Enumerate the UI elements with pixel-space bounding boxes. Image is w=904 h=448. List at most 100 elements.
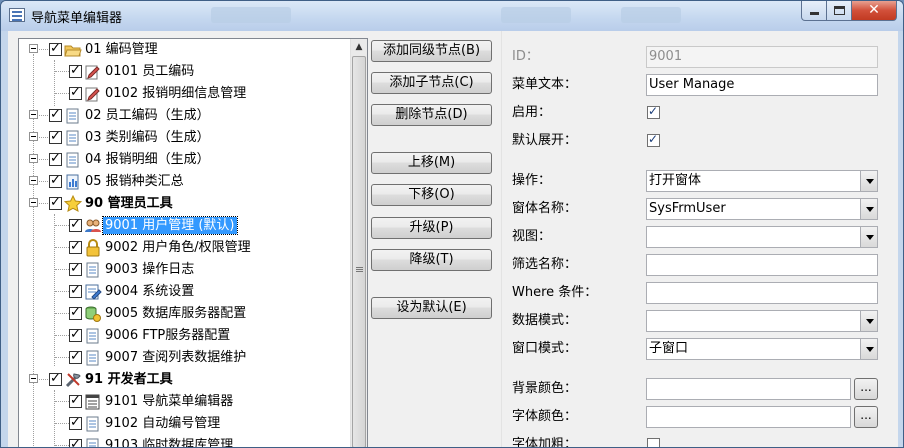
node-checkbox[interactable]: [69, 327, 82, 342]
id-label: ID：: [512, 49, 539, 64]
menu-text-input[interactable]: User Manage: [646, 74, 878, 96]
where-label: Where 条件：: [512, 285, 598, 300]
font-bold-checkbox[interactable]: [647, 438, 660, 447]
add-sibling-button[interactable]: 添加同级节点(B): [371, 40, 492, 62]
tree-line: [55, 225, 69, 226]
enabled-checkbox[interactable]: [647, 104, 660, 119]
tree-node[interactable]: 9005 数据库服务器配置: [19, 303, 349, 325]
tree-node[interactable]: 9101 导航菜单编辑器: [19, 391, 349, 413]
expand-label: 默认展开：: [512, 133, 578, 148]
minimize-button[interactable]: [801, 1, 827, 21]
bg-color-picker-button[interactable]: ...: [854, 378, 878, 400]
window-mode-select[interactable]: 子窗口: [646, 338, 878, 360]
collapse-toggle-icon[interactable]: [29, 110, 38, 119]
tree-node[interactable]: 9103 临时数据库管理: [19, 435, 349, 447]
move-down-button[interactable]: 下移(O): [371, 184, 492, 206]
node-checkbox[interactable]: [69, 437, 82, 447]
data-mode-select[interactable]: [646, 310, 878, 332]
node-checkbox[interactable]: [69, 261, 82, 276]
tree-node[interactable]: 9007 查阅列表数据维护: [19, 347, 349, 369]
tree-node[interactable]: 9004 系统设置: [19, 281, 349, 303]
collapse-toggle-icon[interactable]: [29, 198, 38, 207]
close-button[interactable]: ✕: [851, 1, 897, 21]
node-checkbox[interactable]: [69, 239, 82, 254]
tree-node[interactable]: 0101 员工编码: [19, 61, 349, 83]
tree-node-label: 9005 数据库服务器配置: [105, 306, 247, 321]
window-title: 导航菜单编辑器: [31, 11, 123, 26]
tree-scrollbar[interactable]: ▲: [350, 39, 367, 447]
tree-node-label: 91 开发者工具: [85, 372, 173, 387]
collapse-toggle-icon[interactable]: [29, 374, 38, 383]
form-edit-icon: [84, 63, 102, 81]
tree-node[interactable]: 9001 用户管理 (默认): [19, 215, 349, 237]
tree-node-label: 9001 用户管理 (默认): [102, 216, 238, 235]
font-color-picker-button[interactable]: ...: [854, 406, 878, 428]
app-icon: [9, 8, 25, 22]
tree-node-label: 9004 系统设置: [105, 284, 195, 299]
node-checkbox[interactable]: [69, 349, 82, 364]
tree-node[interactable]: 9002 用户角色/权限管理: [19, 237, 349, 259]
filter-name-label: 筛选名称：: [512, 257, 578, 272]
tree-node[interactable]: 02 员工编码（生成）: [19, 105, 349, 127]
tree-node[interactable]: 05 报销种类汇总: [19, 171, 349, 193]
tree-node[interactable]: 9006 FTP服务器配置: [19, 325, 349, 347]
where-input[interactable]: [646, 282, 878, 304]
font-bold-label: 字体加粗：: [512, 437, 578, 448]
collapse-toggle-icon[interactable]: [29, 176, 38, 185]
node-checkbox[interactable]: [69, 283, 82, 298]
tree-node[interactable]: 0102 报销明细信息管理: [19, 83, 349, 105]
delete-node-button[interactable]: 删除节点(D): [371, 104, 492, 126]
filter-name-input[interactable]: [646, 254, 878, 276]
node-checkbox[interactable]: [49, 371, 62, 386]
tree-node[interactable]: 9102 自动编号管理: [19, 413, 349, 435]
tree-node[interactable]: 04 报销明细（生成）: [19, 149, 349, 171]
title-bar[interactable]: 导航菜单编辑器 ✕: [1, 1, 903, 31]
dropdown-arrow-icon[interactable]: [860, 171, 877, 191]
node-checkbox[interactable]: [69, 415, 82, 430]
tree-node-label: 04 报销明细（生成）: [85, 152, 210, 167]
collapse-toggle-icon[interactable]: [29, 44, 38, 53]
set-default-button[interactable]: 设为默认(E): [371, 297, 492, 319]
tree-node[interactable]: 9003 操作日志: [19, 259, 349, 281]
node-checkbox[interactable]: [69, 85, 82, 100]
menu-tree[interactable]: 01 编码管理 0101 员工编码 0102 报销明细信息管理 02 员工编码（生成）…: [18, 38, 368, 447]
dropdown-arrow-icon[interactable]: [860, 227, 877, 247]
add-child-button[interactable]: 添加子节点(C): [371, 72, 492, 94]
node-checkbox[interactable]: [49, 129, 62, 144]
maximize-button[interactable]: [826, 1, 852, 21]
node-checkbox[interactable]: [49, 41, 62, 56]
tree-line: [55, 313, 69, 314]
maximize-icon: [834, 6, 845, 15]
view-label: 视图：: [512, 229, 552, 244]
node-checkbox[interactable]: [69, 305, 82, 320]
demote-button[interactable]: 降级(T): [371, 249, 492, 271]
tree-node[interactable]: 90 管理员工具: [19, 193, 349, 215]
dropdown-arrow-icon[interactable]: [860, 311, 877, 331]
expand-checkbox[interactable]: [647, 132, 660, 147]
action-select[interactable]: 打开窗体: [646, 170, 878, 192]
report-icon: [64, 173, 82, 191]
collapse-toggle-icon[interactable]: [29, 154, 38, 163]
dropdown-arrow-icon[interactable]: [860, 199, 877, 219]
node-checkbox[interactable]: [69, 63, 82, 78]
node-checkbox[interactable]: [49, 195, 62, 210]
scroll-thumb[interactable]: [352, 56, 366, 447]
collapse-toggle-icon[interactable]: [29, 132, 38, 141]
font-color-input[interactable]: [646, 406, 851, 428]
dropdown-arrow-icon[interactable]: [860, 339, 877, 359]
tree-node[interactable]: 91 开发者工具: [19, 369, 349, 391]
form-name-select[interactable]: SysFrmUser: [646, 198, 878, 220]
scroll-up-arrow-icon[interactable]: ▲: [351, 39, 367, 56]
settings-form-icon: [84, 283, 102, 301]
node-checkbox[interactable]: [69, 217, 82, 232]
view-select[interactable]: [646, 226, 878, 248]
bg-color-input[interactable]: [646, 378, 851, 400]
node-checkbox[interactable]: [49, 151, 62, 166]
node-checkbox[interactable]: [49, 107, 62, 122]
tree-node[interactable]: 01 编码管理: [19, 39, 349, 61]
tree-node[interactable]: 03 类别编码（生成）: [19, 127, 349, 149]
node-checkbox[interactable]: [69, 393, 82, 408]
promote-button[interactable]: 升级(P): [371, 217, 492, 239]
move-up-button[interactable]: 上移(M): [371, 152, 492, 174]
node-checkbox[interactable]: [49, 173, 62, 188]
